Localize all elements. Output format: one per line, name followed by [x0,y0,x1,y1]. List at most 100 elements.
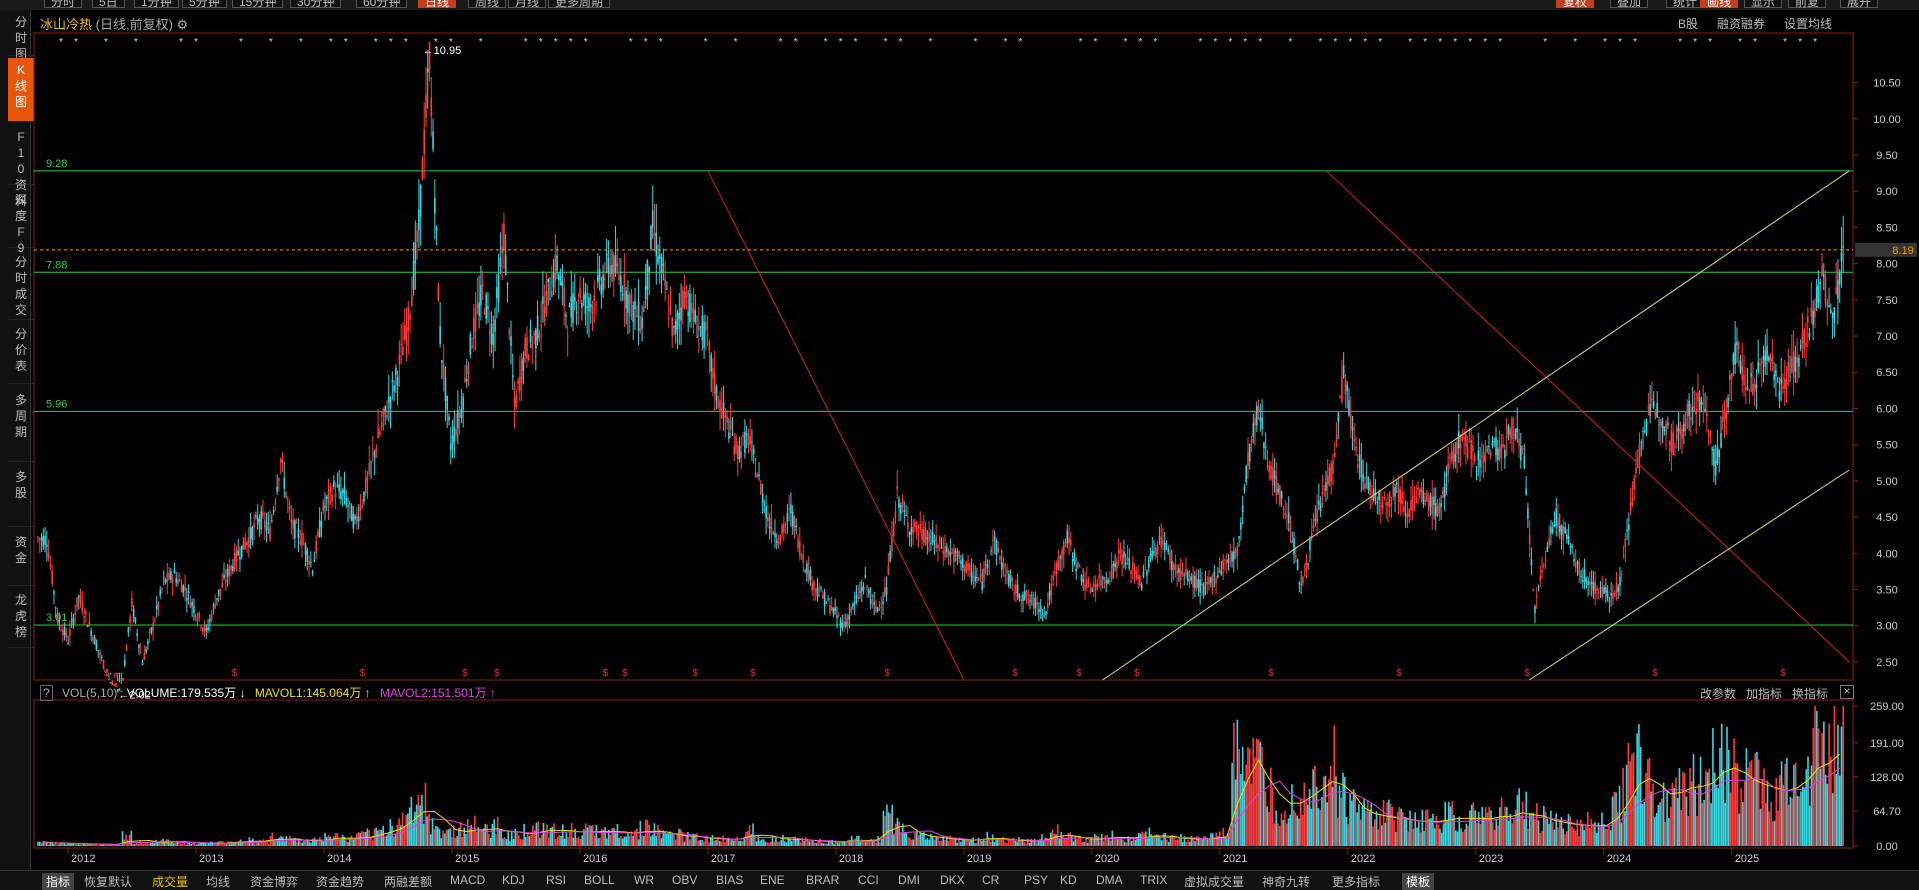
indicator-tab-11[interactable]: WR [634,873,654,887]
candle-body [1605,587,1607,593]
indicator-tab-19[interactable]: CR [982,873,999,887]
dividend-marker: $ [462,668,468,679]
indicator-tab-14[interactable]: ENE [760,873,785,887]
indicator-tab-24[interactable]: 虚拟成交量 [1184,873,1244,890]
indicator-tab-20[interactable]: PSY [1024,873,1048,887]
indicator-tab-1[interactable]: 恢复默认 [84,873,132,890]
volume-bar [1377,829,1380,846]
volume-bar [178,842,180,846]
indicator-tab-18[interactable]: DKX [940,873,965,887]
kline-chart[interactable]: 10.5010.009.509.008.508.007.507.006.506.… [0,0,1919,889]
candle-body [1091,588,1093,592]
candle-body [1420,487,1423,493]
indicator-tab-22[interactable]: DMA [1096,873,1123,887]
candle-body [333,480,335,487]
event-marker: * [659,37,663,48]
event-marker: * [644,37,648,48]
volume-bar [1014,840,1017,846]
dividend-marker: $ [884,668,890,679]
dividend-marker: $ [1134,668,1140,679]
candle-body [278,478,280,481]
candle-body [1071,559,1074,562]
indicator-tab-12[interactable]: OBV [672,873,697,887]
indicator-tab-4[interactable]: 资金博弈 [250,873,298,890]
candle-body [1805,342,1807,347]
indicator-tab-25[interactable]: 神奇九转 [1262,873,1310,890]
dividend-marker: $ [603,668,609,679]
volume-bar [968,841,971,846]
candle-body [527,354,530,361]
indicator-tab-13[interactable]: BIAS [716,873,743,887]
volume-bar [1090,836,1093,846]
indicator-tab-0[interactable]: 指标 [42,873,75,890]
volume-bar [847,839,849,846]
candle-body [292,519,294,529]
candle-body [194,614,197,618]
volume-bar [1601,812,1603,846]
volume-bar [1389,803,1392,846]
candle-body [1147,559,1150,568]
candle-body [1105,580,1108,584]
add-indicator-link[interactable]: 加指标 [1746,685,1782,702]
candle-body [1429,495,1432,507]
indicator-tab-10[interactable]: BOLL [584,873,615,887]
candle-body [379,431,381,435]
volume-bar [1661,798,1663,846]
volume-bar [1375,811,1378,846]
indicator-tab-6[interactable]: 两融差额 [384,873,432,890]
candle-body [1619,576,1621,586]
indicator-tab-9[interactable]: RSI [546,873,566,887]
volume-bar [1192,839,1195,846]
candle-body [1330,463,1333,482]
volume-bar [724,841,726,846]
candle-body [912,527,914,534]
indicator-tab-27[interactable]: 模板 [1402,873,1435,890]
candle-body [605,253,608,256]
volume-bar [1012,837,1015,846]
volume-bar [903,832,906,846]
candle-body [131,598,133,607]
indicator-tab-26[interactable]: 更多指标 [1332,873,1380,890]
edit-params-link[interactable]: 改参数 [1700,685,1736,702]
indicator-tab-16[interactable]: CCI [858,873,879,887]
volume-bar [38,841,41,846]
indicator-tab-2[interactable]: 成交量 [152,873,188,890]
candle-body [882,601,884,604]
indicator-tab-15[interactable]: BRAR [806,873,839,887]
volume-bar [1749,761,1751,846]
indicator-tab-7[interactable]: MACD [450,873,485,887]
indicator-tab-17[interactable]: DMI [898,873,920,887]
indicator-tab-23[interactable]: TRIX [1140,873,1167,887]
close-icon[interactable]: × [1840,685,1854,699]
candle-body [1608,600,1611,602]
candle-body [1073,552,1076,563]
indicator-tab-8[interactable]: KDJ [502,873,525,887]
current-price-label: 8.19 [1892,245,1913,257]
volume-bar [1412,828,1415,846]
switch-indicator-link[interactable]: 换指标 [1792,685,1828,702]
volume-bar [1588,827,1591,846]
candle-body [411,295,413,307]
candle-body [848,614,851,619]
candle-body [1651,398,1653,400]
candle-body [953,548,955,563]
volume-bar [65,844,67,846]
volume-bar [556,836,559,846]
candle-body [1023,591,1026,600]
candle-body [1319,503,1322,511]
event-marker: * [584,37,588,48]
event-marker: * [1498,37,1502,48]
indicator-tab-21[interactable]: KD [1060,873,1077,887]
volume-bar [993,842,996,846]
volume-bar [1727,749,1730,846]
help-icon[interactable]: ? [40,685,53,701]
volume-bar [1446,819,1448,846]
indicator-tab-5[interactable]: 资金趋势 [316,873,364,890]
volume-bar [695,833,698,846]
volume-bar [181,843,184,846]
volume-bar [1298,818,1300,846]
volume-bar [1162,833,1165,846]
volume-bar [164,842,166,846]
indicator-tab-3[interactable]: 均线 [206,873,230,890]
volume-bar [1319,809,1321,846]
